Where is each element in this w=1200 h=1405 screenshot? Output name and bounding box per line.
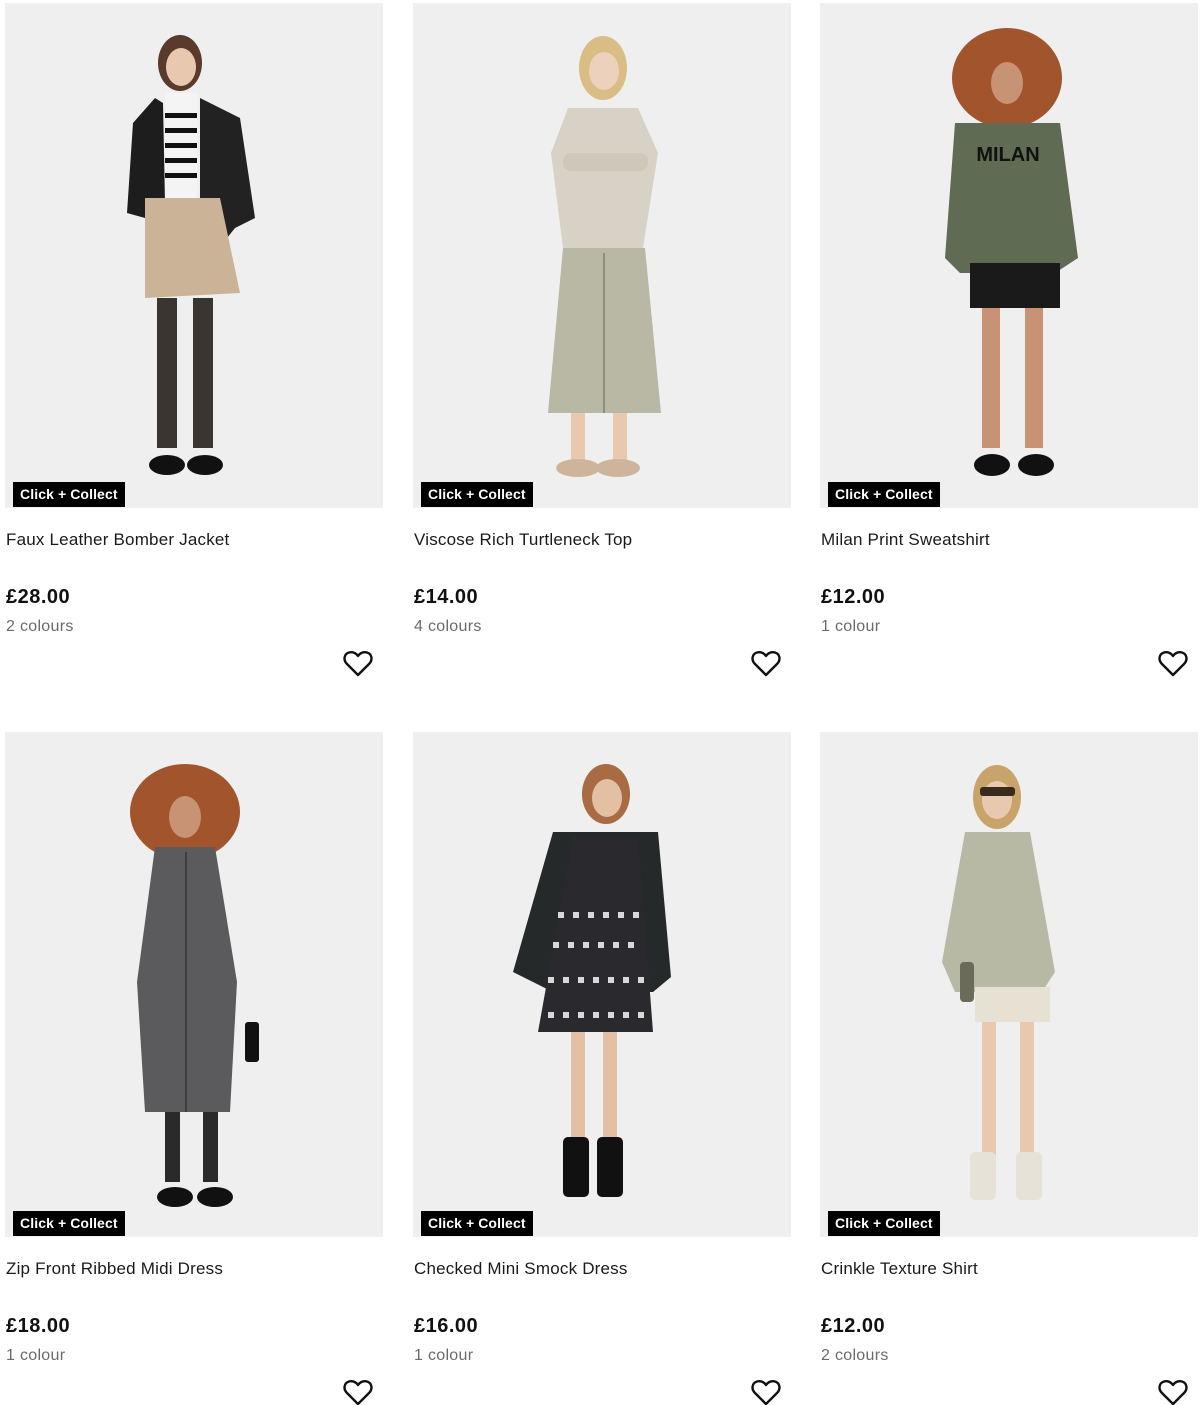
product-card[interactable]: Click + Collect Faux Leather Bomber Jack… [5, 3, 383, 677]
product-title[interactable]: Milan Print Sweatshirt [821, 530, 990, 550]
product-price: £18.00 [6, 1315, 71, 1337]
product-colours: 1 colour [6, 1347, 66, 1364]
product-price: £12.00 [821, 586, 886, 608]
product-card[interactable]: Click + Collect Viscose Rich Turtleneck … [413, 3, 791, 677]
product-colours: 2 colours [821, 1347, 889, 1364]
product-colours: 4 colours [414, 618, 482, 635]
heart-outline-icon[interactable] [1156, 1377, 1190, 1405]
click-collect-badge: Click + Collect [828, 1211, 940, 1236]
product-image[interactable]: Click + Collect [413, 3, 791, 508]
product-card[interactable]: MILAN Click + Collect Milan Print Sweats… [820, 3, 1198, 677]
model-illustration [130, 764, 259, 1207]
model-illustration [513, 764, 671, 1197]
product-price: £14.00 [414, 586, 479, 608]
product-price: £12.00 [821, 1315, 886, 1337]
click-collect-badge: Click + Collect [828, 482, 940, 507]
product-title[interactable]: Zip Front Ribbed Midi Dress [6, 1259, 223, 1279]
model-illustration [127, 35, 255, 475]
product-title[interactable]: Viscose Rich Turtleneck Top [414, 530, 632, 550]
product-colours: 1 colour [821, 618, 881, 635]
product-image[interactable]: Click + Collect [820, 732, 1198, 1237]
product-title[interactable]: Checked Mini Smock Dress [414, 1259, 628, 1279]
heart-outline-icon[interactable] [749, 1377, 783, 1405]
click-collect-badge: Click + Collect [421, 1211, 533, 1236]
heart-outline-icon[interactable] [1156, 648, 1190, 680]
product-image[interactable]: Click + Collect [413, 732, 791, 1237]
heart-outline-icon[interactable] [749, 648, 783, 680]
milan-print-text: MILAN [976, 144, 1039, 166]
heart-outline-icon[interactable] [341, 648, 375, 680]
product-colours: 2 colours [6, 618, 74, 635]
click-collect-badge: Click + Collect [13, 482, 125, 507]
product-price: £28.00 [6, 586, 71, 608]
product-card[interactable]: Click + Collect Zip Front Ribbed Midi Dr… [5, 732, 383, 1405]
product-image[interactable]: Click + Collect [5, 3, 383, 508]
click-collect-badge: Click + Collect [13, 1211, 125, 1236]
product-title[interactable]: Faux Leather Bomber Jacket [6, 530, 229, 550]
product-title[interactable]: Crinkle Texture Shirt [821, 1259, 978, 1279]
model-illustration [548, 36, 661, 477]
product-colours: 1 colour [414, 1347, 474, 1364]
model-illustration [942, 765, 1055, 1200]
product-card[interactable]: Click + Collect Checked Mini Smock Dress… [413, 732, 791, 1405]
product-image[interactable]: Click + Collect [5, 732, 383, 1237]
product-grid: Click + Collect Faux Leather Bomber Jack… [0, 0, 1200, 1405]
model-illustration: MILAN [945, 28, 1078, 476]
product-price: £16.00 [414, 1315, 479, 1337]
product-image[interactable]: MILAN Click + Collect [820, 3, 1198, 508]
click-collect-badge: Click + Collect [421, 482, 533, 507]
heart-outline-icon[interactable] [341, 1377, 375, 1405]
product-card[interactable]: Click + Collect Crinkle Texture Shirt £1… [820, 732, 1198, 1405]
